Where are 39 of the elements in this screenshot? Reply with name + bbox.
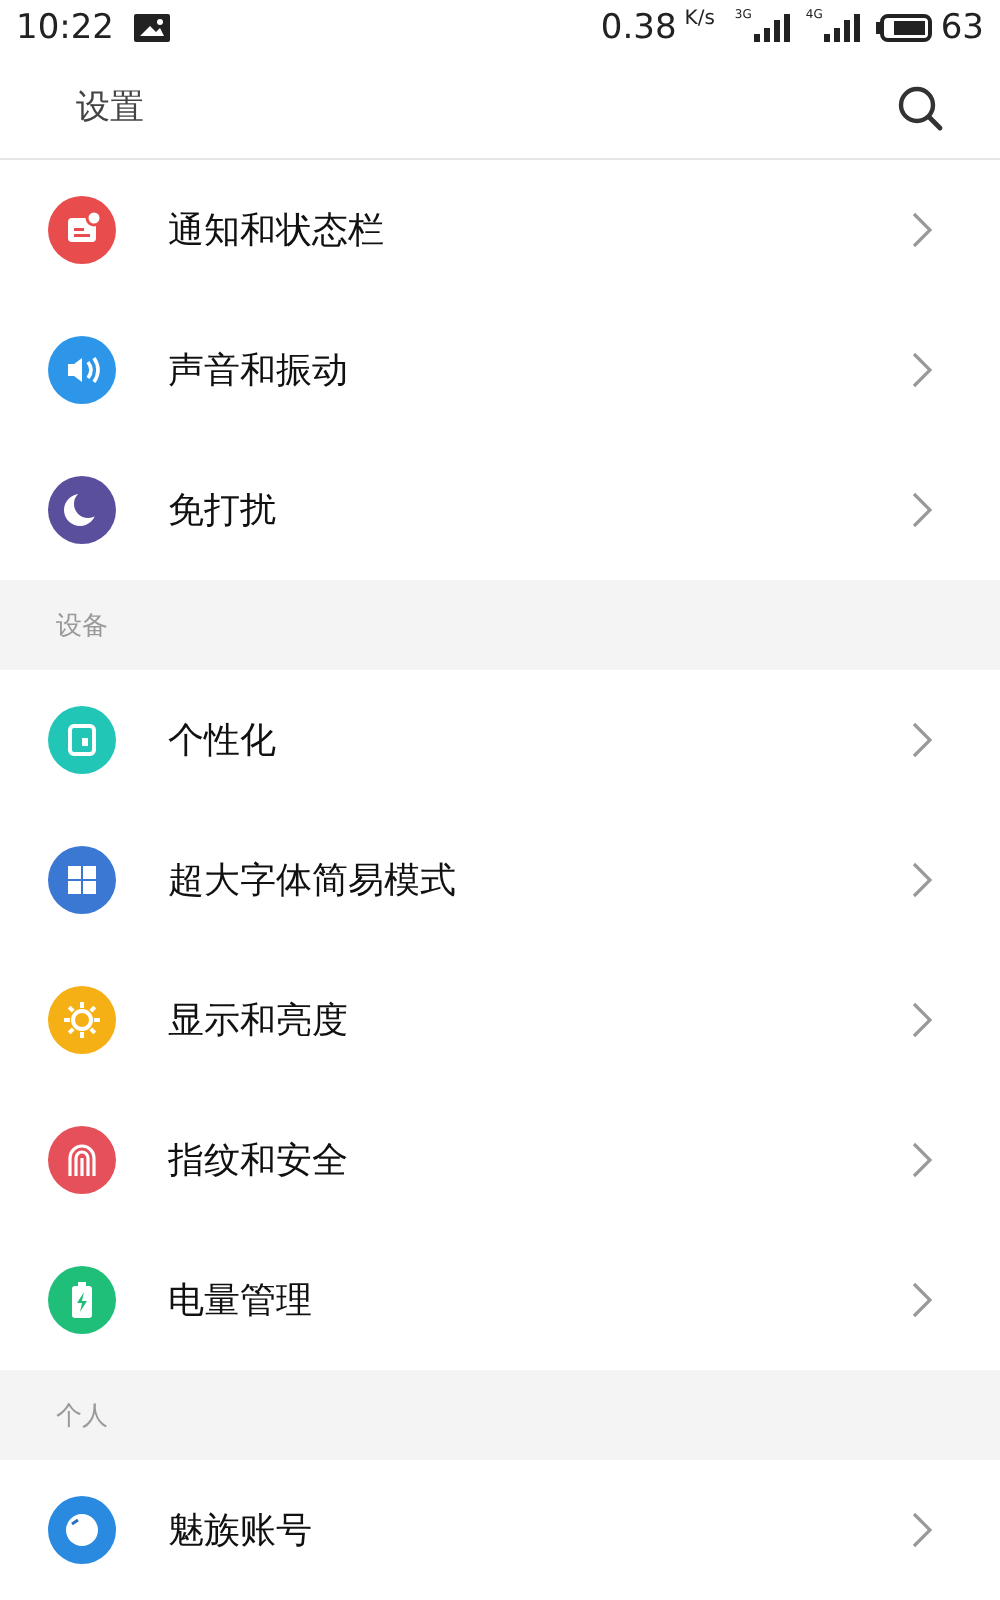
item-label: 声音和振动 xyxy=(168,348,350,394)
battery-level: 63 xyxy=(940,8,984,48)
item-label: 超大字体简易模式 xyxy=(168,858,458,904)
settings-item[interactable]: 魅族账号 xyxy=(0,1460,1000,1600)
item-label: 魅族账号 xyxy=(168,1508,314,1554)
settings-item[interactable]: 个性化 xyxy=(0,670,1000,810)
item-label: 免打扰 xyxy=(168,488,278,534)
page-title: 设置 xyxy=(76,86,144,130)
chevron-icon xyxy=(912,1282,932,1318)
settings-item[interactable]: 超大字体简易模式 xyxy=(0,810,1000,950)
image-icon xyxy=(134,14,170,42)
item-label: 通知和状态栏 xyxy=(168,208,386,254)
search-icon[interactable] xyxy=(896,83,944,131)
settings-item[interactable]: 免打扰 xyxy=(0,440,1000,580)
section-header: 设备 xyxy=(56,609,108,643)
status-time: 10:22 xyxy=(16,8,114,48)
chevron-icon xyxy=(912,212,932,248)
settings-item[interactable]: 电量管理 xyxy=(0,1230,1000,1370)
network-speed: 0.38 xyxy=(600,8,677,48)
settings-item[interactable]: 显示和亮度 xyxy=(0,950,1000,1090)
chevron-icon xyxy=(912,862,932,898)
chevron-icon xyxy=(912,722,932,758)
item-label: 个性化 xyxy=(168,718,278,764)
settings-item[interactable]: 指纹和安全 xyxy=(0,1090,1000,1230)
chevron-icon xyxy=(912,1002,932,1038)
signal-icon xyxy=(753,14,790,42)
settings-item[interactable]: 声音和振动 xyxy=(0,300,1000,440)
item-label: 显示和亮度 xyxy=(168,998,350,1044)
signal-icon xyxy=(824,14,861,42)
item-label: 指纹和安全 xyxy=(168,1138,350,1184)
chevron-icon xyxy=(912,352,932,388)
chevron-icon xyxy=(912,1142,932,1178)
settings-item[interactable]: 通知和状态栏 xyxy=(0,160,1000,300)
speed-unit: K/s xyxy=(684,8,715,30)
section-header: 个人 xyxy=(56,1399,108,1433)
item-label: 电量管理 xyxy=(168,1278,314,1324)
chevron-icon xyxy=(912,492,932,528)
chevron-icon xyxy=(912,1512,932,1548)
battery-icon xyxy=(876,14,933,42)
